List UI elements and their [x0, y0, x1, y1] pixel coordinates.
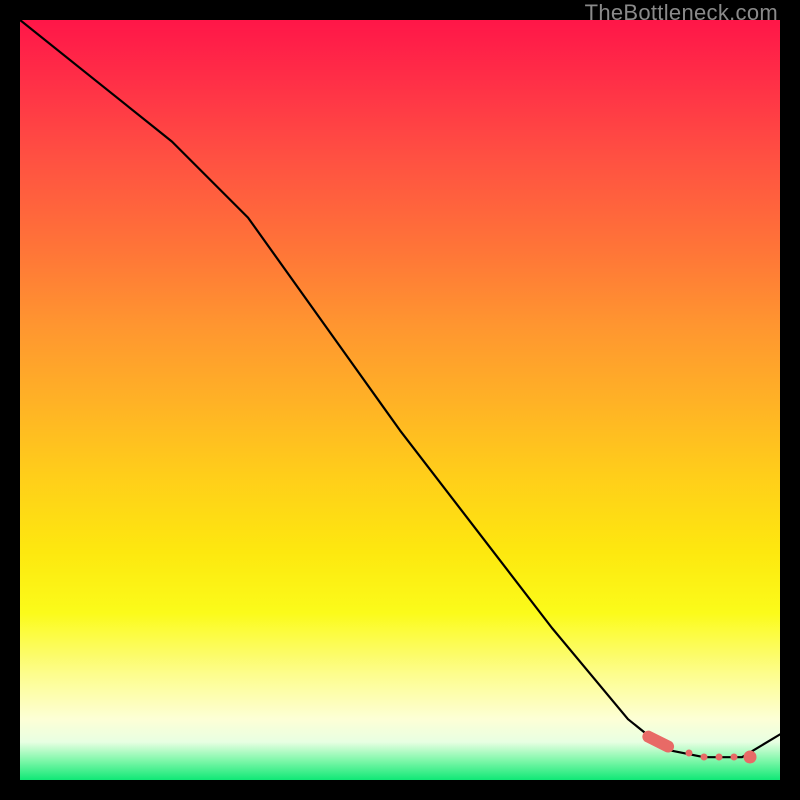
highlight-dot [731, 754, 738, 761]
highlight-dot [685, 750, 692, 757]
bottleneck-curve [20, 20, 780, 780]
watermark-text: TheBottleneck.com [585, 0, 778, 26]
highlight-dot [716, 754, 723, 761]
chart-frame: TheBottleneck.com [0, 0, 800, 800]
end-marker-dot [743, 751, 756, 764]
highlight-dot [701, 754, 708, 761]
plot-area [20, 20, 780, 780]
